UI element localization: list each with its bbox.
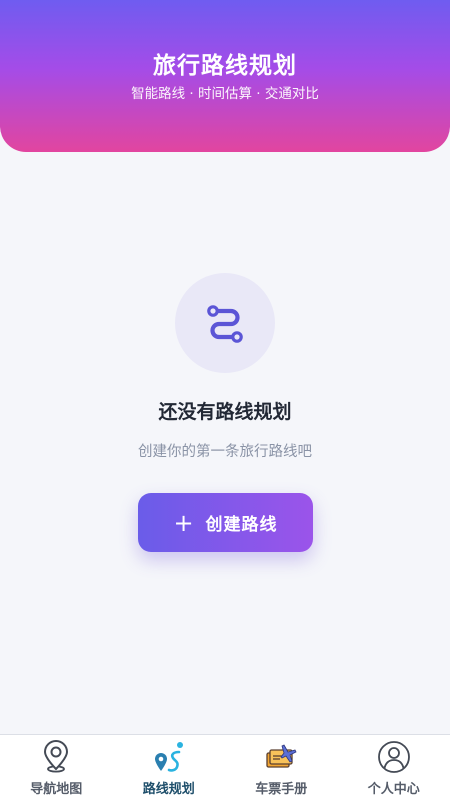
page-subtitle: 智能路线 · 时间估算 · 交通对比 (131, 86, 319, 102)
route-icon (207, 305, 243, 343)
create-route-button[interactable]: + 创建路线 (138, 493, 313, 552)
create-route-label: 创建路线 (205, 515, 278, 535)
tab-label: 个人中心 (367, 782, 420, 797)
empty-state-description: 创建你的第一条旅行路线吧 (138, 444, 312, 460)
tab-label: 车票手册 (255, 782, 308, 797)
map-pin-icon (44, 740, 69, 773)
bottom-tab-bar: 导航地图 路线规划 车票手册 个人中心 (0, 734, 450, 800)
empty-state-icon-circle (175, 273, 275, 373)
tab-label: 导航地图 (30, 782, 83, 797)
tab-personal-center[interactable]: 个人中心 (338, 735, 450, 800)
tab-route-planning[interactable]: 路线规划 (113, 735, 226, 800)
ticket-plane-icon (266, 744, 297, 768)
route-pin-icon (154, 742, 183, 772)
tab-navigation-map[interactable]: 导航地图 (0, 735, 113, 800)
empty-state-title: 还没有路线规划 (158, 401, 292, 423)
page-title: 旅行路线规划 (153, 53, 297, 79)
header-banner: 旅行路线规划 智能路线 · 时间估算 · 交通对比 (0, 0, 450, 152)
user-icon (377, 741, 410, 773)
tab-label: 路线规划 (142, 782, 195, 797)
plus-icon: + (173, 508, 194, 537)
tab-ticket-handbook[interactable]: 车票手册 (225, 735, 338, 800)
app-screen: 旅行路线规划 智能路线 · 时间估算 · 交通对比 还没有路线规划 创建你的第一… (0, 0, 450, 800)
